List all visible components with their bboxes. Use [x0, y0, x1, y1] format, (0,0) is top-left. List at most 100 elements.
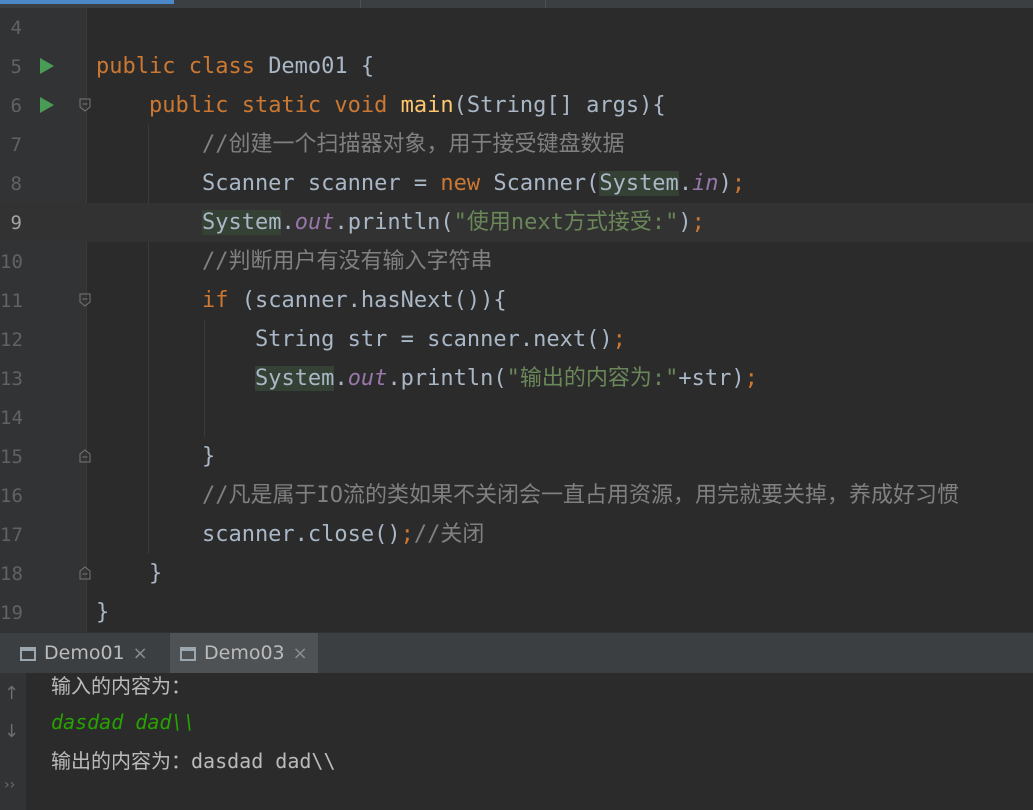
tab-label: Demo01	[44, 642, 125, 664]
code-token: String str = scanner.next()	[96, 327, 613, 352]
code-token: out	[294, 210, 335, 235]
line-number: 16	[0, 485, 23, 507]
code-line[interactable]: 17 scanner.close();//关闭	[0, 515, 1033, 554]
active-tab-indicator	[0, 0, 174, 4]
code-text: }	[96, 600, 109, 626]
code-line[interactable]: 8 Scanner scanner = new Scanner(System.i…	[0, 164, 1033, 203]
code-line[interactable]: 14	[0, 398, 1033, 437]
console-input-line: dasdad dad\\	[51, 710, 196, 734]
code-token: "输出的内容为:"	[506, 366, 679, 391]
code-token: System	[599, 171, 679, 196]
code-token: ;	[731, 171, 746, 196]
code-line[interactable]: 16 //凡是属于IO流的类如果不关闭会一直占用资源，用完就要关掉，养成好习惯	[0, 476, 1033, 515]
code-line[interactable]: 9 System.out.println("使用next方式接受:");	[0, 203, 1033, 242]
code-text: Scanner scanner = new Scanner(System.in)…	[96, 171, 745, 197]
code-line[interactable]: 6 public static void main(String[] args)…	[0, 86, 1033, 125]
line-number: 14	[0, 407, 23, 429]
line-number: 9	[10, 212, 22, 234]
code-line[interactable]: 11 if (scanner.hasNext()){	[0, 281, 1033, 320]
run-icon[interactable]	[40, 97, 54, 113]
console-line: 输出的内容为：dasdad dad\\	[51, 749, 336, 773]
code-token: //关闭	[413, 522, 485, 547]
tab-label: Demo03	[204, 642, 285, 664]
code-text: public static void main(String[] args){	[96, 93, 666, 119]
run-tab-demo03[interactable]: Demo03 ×	[170, 633, 318, 673]
code-token: )	[678, 210, 692, 235]
run-tab-demo01[interactable]: Demo01 ×	[10, 633, 158, 673]
code-token: //判断用户有没有输入字符串	[201, 249, 493, 274]
code-token: +str)	[678, 366, 745, 391]
scroll-down-icon[interactable]: ↓	[4, 721, 19, 742]
fold-end-icon[interactable]	[79, 449, 91, 463]
tab-separator	[360, 0, 361, 8]
code-line[interactable]: 12 String str = scanner.next();	[0, 320, 1033, 359]
line-number: 7	[10, 134, 22, 156]
code-token: (scanner.hasNext()){	[241, 288, 507, 313]
scroll-up-icon[interactable]: ↑	[4, 683, 19, 704]
code-text: System.out.println("使用next方式接受:");	[96, 210, 705, 236]
code-text: //凡是属于IO流的类如果不关闭会一直占用资源，用完就要关掉，养成好习惯	[96, 483, 959, 509]
line-number: 18	[0, 563, 23, 585]
code-editor[interactable]: 4 5 public class Demo01 {6 public static v…	[0, 8, 1033, 632]
fold-end-icon[interactable]	[79, 566, 91, 580]
code-token: (String[] args){	[453, 93, 666, 118]
line-number: 19	[0, 602, 23, 624]
code-token: .	[281, 210, 295, 235]
code-text: //创建一个扫描器对象，用于接受键盘数据	[96, 132, 625, 158]
console-toolbar: ↑ ↓ ››	[0, 673, 26, 810]
line-number: 11	[0, 290, 23, 312]
code-text: }	[96, 444, 215, 470]
code-line[interactable]: 4	[0, 8, 1033, 47]
code-line[interactable]: 19}	[0, 593, 1033, 632]
code-token: public static void	[148, 93, 401, 118]
code-text: public class Demo01 {	[96, 54, 374, 80]
code-token: }	[96, 600, 110, 625]
line-number: 6	[10, 95, 22, 117]
run-icon[interactable]	[40, 58, 54, 74]
code-token: in	[692, 171, 719, 196]
code-token: Demo01 {	[268, 54, 375, 79]
tab-separator	[545, 0, 546, 8]
code-text: System.out.println("输出的内容为:"+str);	[96, 366, 758, 392]
code-token: )	[718, 171, 732, 196]
code-line[interactable]: 7 //创建一个扫描器对象，用于接受键盘数据	[0, 125, 1033, 164]
code-token: new	[440, 171, 494, 196]
code-token: ;	[612, 327, 626, 352]
code-line[interactable]: 5 public class Demo01 {	[0, 47, 1033, 86]
line-number: 17	[0, 524, 23, 546]
code-line[interactable]: 10 //判断用户有没有输入字符串	[0, 242, 1033, 281]
editor-tab-bar	[0, 0, 1033, 8]
code-line[interactable]: 18 }	[0, 554, 1033, 593]
code-text: if (scanner.hasNext()){	[96, 288, 507, 314]
close-icon[interactable]: ×	[293, 643, 308, 664]
code-line[interactable]: 13 System.out.println("输出的内容为:"+str);	[0, 359, 1033, 398]
console-icon	[180, 647, 196, 661]
code-text: scanner.close();//关闭	[96, 522, 484, 548]
code-text: //判断用户有没有输入字符串	[96, 249, 493, 275]
line-number: 13	[0, 368, 23, 390]
more-icon[interactable]: ››	[4, 777, 15, 793]
line-number: 4	[10, 17, 22, 39]
fold-collapse-icon[interactable]	[79, 293, 91, 307]
run-panel-tabs: Demo01 × Demo03 ×	[0, 632, 1033, 673]
close-icon[interactable]: ×	[133, 643, 148, 664]
code-token: System	[254, 366, 335, 391]
fold-collapse-icon[interactable]	[79, 98, 91, 112]
code-line[interactable]: 15 }	[0, 437, 1033, 476]
console-output[interactable]: ↑ ↓ ›› 输入的内容为： dasdad dad\\ 输出的内容为：dasda…	[0, 673, 1033, 810]
line-number: 10	[0, 251, 23, 273]
code-token: "使用next方式接受:"	[453, 210, 679, 235]
line-number: 15	[0, 446, 23, 468]
code-text: }	[96, 561, 162, 587]
code-token: .	[334, 366, 348, 391]
code-token: Scanner scanner =	[96, 171, 441, 196]
code-token: }	[96, 561, 163, 586]
code-token: }	[96, 444, 216, 469]
